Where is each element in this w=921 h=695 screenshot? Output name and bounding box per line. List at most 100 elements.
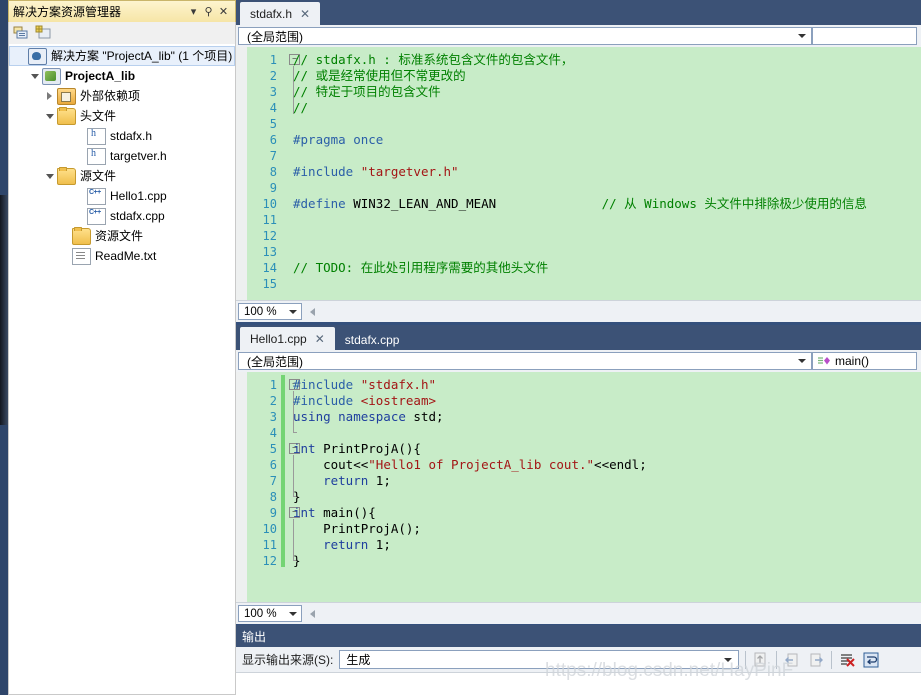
code-token: // TODO: 在此处引用程序需要的其他头文件 [293,260,549,275]
tabstrip-top[interactable]: stdafx.h ✕ [236,0,921,25]
scope-combo-bottom-left[interactable]: (全局范围) [238,352,812,370]
code-token: } [293,489,301,504]
code-token: WIN32_LEAN_AND_MEAN [353,196,497,211]
show-all-files-icon[interactable] [35,25,51,41]
zoom-select-bottom[interactable]: 100 % [238,605,302,622]
scope-combo-top-left[interactable]: (全局范围) [238,27,812,45]
code-editor-bottom[interactable]: 1− #include "stdafx.h" 2 #include <iostream… [236,372,921,602]
change-bar [281,535,285,551]
go-to-previous-icon[interactable] [783,651,801,669]
tree-item-label: stdafx.h [110,129,153,143]
tree-item-9[interactable]: 资源文件 [9,226,235,246]
go-to-next-icon[interactable] [807,651,825,669]
output-source-select[interactable]: 生成 [339,650,740,669]
tree-item-6[interactable]: 源文件 [9,166,235,186]
line-number: 6 [269,133,277,147]
scope-combo-top-right[interactable] [812,27,917,45]
scopebar-top: (全局范围) [236,25,921,47]
folder-icon [57,106,76,125]
change-bar [281,551,285,567]
code-line: return 1; [293,473,391,489]
tree-item-label: Hello1.cpp [110,189,167,203]
find-message-icon[interactable] [752,651,770,669]
tree-item-1[interactable]: ProjectA_lib [9,66,235,86]
hscroll-left-arrow-top[interactable] [310,307,315,316]
code-token: #include [293,377,361,392]
zoom-select-top[interactable]: 100 % [238,303,302,320]
editor-bottom-selection-margin [236,372,247,602]
code-token: <iostream> [360,393,436,408]
header-file-icon [87,127,106,145]
code-token: std; [413,409,444,424]
scopebar-bottom: (全局范围) main() [236,350,921,372]
close-icon[interactable]: ✕ [216,4,231,19]
output-pane-body[interactable] [236,673,921,695]
line-number: 3 [269,85,277,99]
code-line: PrintProjA(); [293,521,421,537]
code-line: // 特定于项目的包含文件 [293,84,441,100]
clear-all-icon[interactable] [838,651,856,669]
code-line: #include "stdafx.h" [293,377,436,393]
editor-top-code: 1−// stdafx.h : 标准系统包含文件的包含文件， 2// 或是经常使用… [247,47,921,300]
left-rail-scrollbar[interactable] [0,195,8,425]
tree-expander-icon[interactable] [43,109,57,123]
code-token: <<endl; [594,457,647,472]
tree-item-7[interactable]: Hello1.cpp [9,186,235,206]
code-token: using namespace [293,409,414,424]
tree-item-10[interactable]: ReadMe.txt [9,246,235,266]
tree-item-8[interactable]: stdafx.cpp [9,206,235,226]
close-icon[interactable]: ✕ [300,7,310,21]
code-token: "Hello1 of ProjectA_lib cout." [368,457,595,472]
tree-item-5[interactable]: targetver.h [9,146,235,166]
zoombar-top: 100 % [236,300,921,322]
cpp-file-icon [87,187,106,205]
line-number: 11 [262,213,277,227]
pin-icon[interactable]: ⚲ [201,4,216,19]
left-dock-rail [0,0,8,695]
chevron-down-icon[interactable]: ▾ [186,4,201,19]
code-token: cout<< [293,457,369,472]
tab-stdafx-cpp[interactable]: stdafx.cpp [335,329,410,350]
code-token: "stdafx.h" [360,377,436,392]
line-number: 5 [269,442,277,456]
line-number: 13 [262,245,277,259]
change-bar [281,503,285,519]
solution-tree: 解决方案 "ProjectA_lib" (1 个项目) ProjectA_lib 外… [9,44,235,266]
tab-hello1-cpp[interactable]: Hello1.cpp ✕ [240,327,335,350]
toggle-word-wrap-icon[interactable] [862,651,880,669]
scope-combo-bottom-right[interactable]: main() [812,352,917,370]
folder-dep-icon [57,87,76,105]
tree-expander-icon[interactable] [28,69,42,83]
scope-combo-top-left-value: (全局范围) [247,29,303,44]
tree-expander-icon[interactable] [43,89,57,103]
output-pane-toolbar: 显示输出来源(S): 生成 [236,647,921,673]
code-token: PrintProjA(); [293,521,421,536]
code-editor-top[interactable]: 1−// stdafx.h : 标准系统包含文件的包含文件， 2// 或是经常使用… [236,47,921,300]
tabstrip-bottom[interactable]: Hello1.cpp ✕ stdafx.cpp [236,325,921,350]
line-number: 8 [269,165,277,179]
solution-explorer-tree-container[interactable]: 解决方案 "ProjectA_lib" (1 个项目) ProjectA_lib 外… [8,44,236,695]
tree-item-4[interactable]: stdafx.h [9,126,235,146]
code-line: // [293,100,308,116]
tree-item-3[interactable]: 头文件 [9,106,235,126]
code-line: // 或是经常使用但不常更改的 [293,68,466,84]
toolbar-separator [776,650,778,669]
tree-item-2[interactable]: 外部依赖项 [9,86,235,106]
line-number: 1 [269,53,277,67]
tree-expander-icon[interactable] [43,169,57,183]
properties-icon[interactable] [13,25,29,41]
line-number: 2 [269,394,277,408]
solution-explorer-title: 解决方案资源管理器 [13,5,122,19]
tree-item-0[interactable]: 解决方案 "ProjectA_lib" (1 个项目) [9,46,235,66]
tab-stdafx-h[interactable]: stdafx.h ✕ [240,2,321,25]
hscroll-left-arrow-bottom[interactable] [310,609,315,618]
chevron-down-icon [289,612,297,616]
close-icon[interactable]: ✕ [315,332,325,346]
zoom-value-top: 100 % [244,305,277,318]
code-line: #include <iostream> [293,393,436,409]
tree-item-label: 外部依赖项 [80,89,141,103]
